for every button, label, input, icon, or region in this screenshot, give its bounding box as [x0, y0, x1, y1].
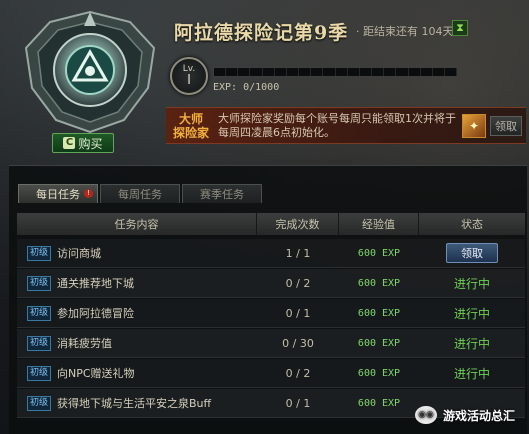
grade-badge: 初级 — [27, 305, 52, 321]
table-row: 初级 访问商城 1 / 1 600 EXP 领取 — [17, 239, 525, 268]
master-explorer-banner: 大师 探险家 大师探险家奖励每个账号每周只能领取1次并将于每周四凌晨6点初始化。… — [166, 107, 526, 144]
master-badge-line1: 大师 — [178, 112, 203, 126]
task-count: 0 / 1 — [285, 396, 311, 410]
tab-daily[interactable]: 每日任务 ! — [18, 184, 98, 203]
level-badge: Lv. I — [170, 57, 208, 95]
header-status: 状态 — [419, 213, 525, 235]
exp-text: EXP: 0/1000 — [213, 82, 280, 93]
master-badge-line2: 探险家 — [172, 126, 209, 140]
watermark-text: 游戏活动总汇 — [442, 408, 515, 423]
watermark: ◉◉ 游戏活动总汇 — [414, 406, 515, 424]
task-name: 访问商城 — [57, 247, 102, 260]
table-row: 初级 参加阿拉德冒险 0 / 1 600 EXP 进行中 — [17, 299, 525, 328]
task-count: 1 / 1 — [285, 246, 311, 260]
task-exp: 600 EXP — [357, 277, 401, 289]
tab-season-label: 赛季任务 — [200, 188, 244, 201]
task-name: 消耗疲劳值 — [57, 337, 113, 350]
table-row: 初级 消耗疲劳值 0 / 30 600 EXP 进行中 — [17, 329, 525, 358]
header-exp: 经验值 — [339, 213, 419, 235]
season-title: 阿拉德探险记第9季 — [174, 22, 349, 44]
task-status: 进行中 — [453, 366, 490, 381]
task-status: 进行中 — [453, 276, 490, 291]
table-row: 初级 通关推荐地下城 0 / 2 600 EXP 进行中 — [17, 269, 525, 298]
tab-weekly[interactable]: 每周任务 — [100, 184, 180, 203]
grade-badge: 初级 — [27, 275, 52, 291]
task-name: 参加阿拉德冒险 — [57, 307, 135, 320]
master-claim-button[interactable]: 领取 — [490, 116, 522, 136]
task-exp: 600 EXP — [357, 337, 401, 349]
task-count: 0 / 1 — [285, 306, 311, 320]
task-count: 0 / 30 — [282, 336, 314, 350]
alert-icon: ! — [84, 189, 93, 198]
tab-season[interactable]: 赛季任务 — [182, 184, 262, 203]
task-count: 0 / 2 — [285, 276, 311, 290]
tab-weekly-label: 每周任务 — [118, 188, 162, 201]
exp-progress-bar — [213, 67, 458, 77]
grade-badge: 初级 — [27, 245, 52, 261]
task-name: 通关推荐地下城 — [57, 277, 135, 290]
claim-button[interactable]: 领取 — [446, 243, 498, 263]
task-status: 进行中 — [453, 336, 490, 351]
header-task: 任务内容 — [17, 213, 257, 235]
table-row: 初级 向NPC赠送礼物 0 / 2 600 EXP 进行中 — [17, 359, 525, 388]
season-countdown: · 距结束还有 104天 — [356, 25, 454, 38]
grade-badge: 初级 — [27, 365, 52, 381]
buy-icon: C — [63, 137, 76, 149]
task-status: 进行中 — [453, 306, 490, 321]
wechat-icon: ◉◉ — [414, 406, 437, 424]
tab-daily-label: 每日任务 — [36, 188, 80, 201]
task-exp: 600 EXP — [357, 397, 401, 409]
task-name: 向NPC赠送礼物 — [57, 367, 135, 380]
buy-label: 购买 — [78, 136, 103, 151]
task-exp: 600 EXP — [357, 307, 401, 319]
season-emblem-icon — [14, 8, 166, 136]
level-value: I — [187, 73, 191, 88]
task-name: 获得地下城与生活平安之泉Buff — [57, 397, 212, 410]
master-description: 大师探险家奖励每个账号每周只能领取1次并将于每周四凌晨6点初始化。 — [218, 112, 456, 139]
hourglass-icon: ⧗ — [452, 20, 468, 36]
reward-item-icon[interactable]: ✦ — [462, 114, 486, 138]
header-count: 完成次数 — [257, 213, 339, 235]
grade-badge: 初级 — [27, 335, 52, 351]
task-exp: 600 EXP — [357, 367, 401, 379]
master-badge: 大师 探险家 — [172, 112, 210, 140]
task-exp: 600 EXP — [357, 247, 401, 259]
table-header: 任务内容 完成次数 经验值 状态 — [17, 213, 525, 235]
buy-button[interactable]: C 购买 — [52, 133, 114, 153]
task-count: 0 / 2 — [285, 366, 311, 380]
grade-badge: 初级 — [27, 395, 52, 411]
